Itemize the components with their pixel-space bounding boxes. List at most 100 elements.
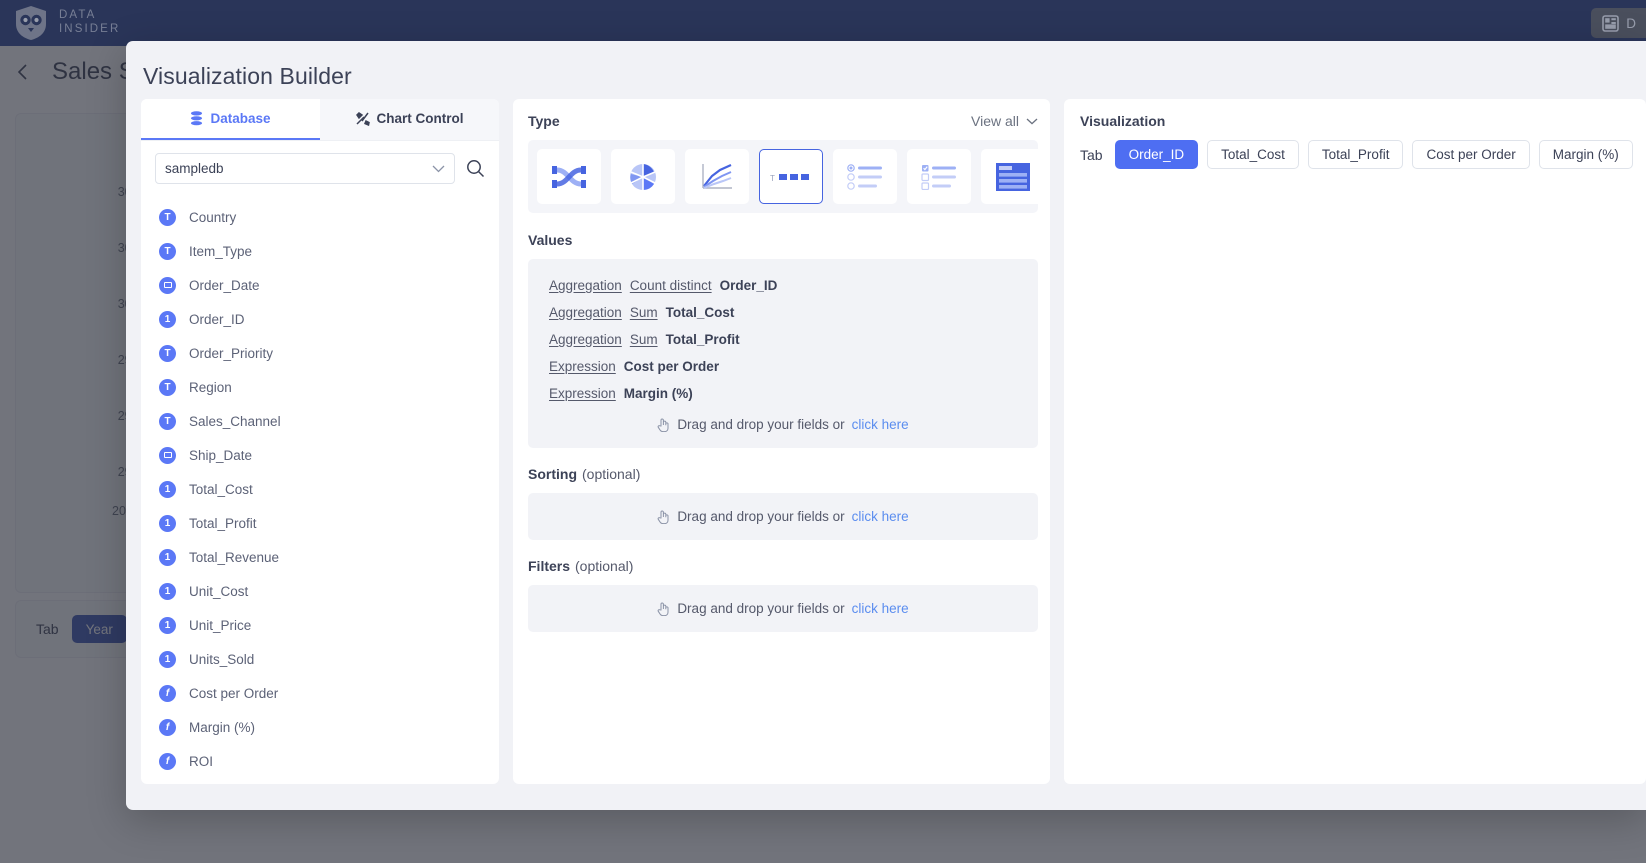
field-type-number-icon: 1 [159,311,176,328]
field-name: Ship_Date [189,448,252,463]
field-type-text-icon: T [159,209,176,226]
values-drop-hint-text: Drag and drop your fields or click here [657,417,908,432]
field-item[interactable]: 1 Unit_Cost [159,574,499,608]
values-drop-text: Drag and drop your fields or [677,417,844,432]
tab-database[interactable]: Database [141,99,320,140]
chart-type-radio-list[interactable] [833,149,897,204]
visualization-tab[interactable]: Margin (%) [1539,140,1633,169]
value-kind-link[interactable]: Expression [549,386,616,401]
value-row[interactable]: Aggregation Count distinct Order_ID [528,272,1038,299]
value-operation-link[interactable]: Sum [630,305,658,320]
hand-pointer-icon [657,417,670,432]
field-type-formula-icon: f [159,719,176,736]
visualization-panel: Visualization Tab Order_IDTotal_CostTota… [1064,99,1646,784]
value-field-name: Total_Profit [666,332,740,347]
value-operation-link[interactable]: Count distinct [630,278,712,293]
value-operation-link[interactable]: Sum [630,332,658,347]
hand-pointer-icon [657,509,670,524]
value-row[interactable]: Expression Cost per Order [528,353,1038,380]
value-field-name: Order_ID [720,278,778,293]
type-section-header: Type View all [528,113,1038,129]
type-heading: Type [528,113,560,129]
filters-dropzone[interactable]: Drag and drop your fields or click here [528,585,1038,632]
field-type-number-icon: 1 [159,651,176,668]
view-all-button[interactable]: View all [971,113,1038,129]
field-item[interactable]: Order_Date [159,268,499,302]
chart-config-panel: Type View all [513,99,1050,784]
chart-type-sankey[interactable] [537,149,601,204]
chart-type-tab[interactable]: T [759,149,823,204]
value-kind-link[interactable]: Expression [549,359,616,374]
value-kind-link[interactable]: Aggregation [549,278,622,293]
value-kind-link[interactable]: Aggregation [549,332,622,347]
field-item[interactable]: 1Units_Sold [159,642,499,676]
value-field-name: Total_Cost [666,305,735,320]
field-type-text-icon: T [159,243,176,260]
chart-type-line[interactable] [685,149,749,204]
database-panel: Database Chart Control sampledb [141,99,499,784]
sorting-heading: Sorting [528,466,577,482]
chart-type-table[interactable] [981,149,1045,204]
visualization-header: Visualization [1080,113,1630,129]
values-click-here-link[interactable]: click here [852,417,909,432]
sorting-drop-text: Drag and drop your fields or [677,509,844,524]
values-drop-hint[interactable]: Drag and drop your fields or click here [528,407,1038,434]
field-type-number-icon: 1 [159,583,176,600]
value-row[interactable]: ExpressionMargin (%) [528,380,1038,407]
field-name: Unit_Price [189,618,251,633]
database-search-row: sampledb [141,141,499,192]
visualization-tab-text: Margin (%) [1553,147,1619,162]
field-item[interactable]: Ship_Date [159,438,499,472]
field-item[interactable]: 1Unit_Price [159,608,499,642]
view-all-label: View all [971,113,1019,129]
field-item[interactable]: 1Total_Profit [159,506,499,540]
field-item[interactable]: 1Order_ID [159,302,499,336]
visualization-builder-modal: Visualization Builder Database [126,41,1646,810]
tools-icon [356,112,370,126]
panel-tabs: Database Chart Control [141,99,499,141]
sankey-chart-icon [552,163,586,191]
sorting-optional-label: (optional) [582,466,640,482]
field-name: Region [189,380,232,395]
sorting-click-here-link[interactable]: click here [852,509,909,524]
field-item[interactable]: TSales_Channel [159,404,499,438]
visualization-tab[interactable]: Total_Profit [1308,140,1404,169]
database-select-value: sampledb [165,161,224,176]
sorting-dropzone[interactable]: Drag and drop your fields or click here [528,493,1038,540]
field-item[interactable]: 1Total_Revenue [159,540,499,574]
value-kind-link[interactable]: Aggregation [549,305,622,320]
field-item[interactable]: fMargin (%) [159,710,499,744]
chart-type-checkbox-list[interactable] [907,149,971,204]
values-dropzone[interactable]: AggregationCount distinctOrder_IDAggrega… [528,259,1038,448]
value-field-name: Cost per Order [624,359,719,374]
database-select[interactable]: sampledb [155,153,455,184]
field-item[interactable]: fROI [159,744,499,778]
field-item[interactable]: TOrder_Priority [159,336,499,370]
field-item[interactable]: fCost per Order [159,676,499,710]
filters-section: Filters (optional) Drag and drop your fi… [528,558,1038,632]
database-icon [190,111,203,126]
values-section-header: Values [528,232,1038,248]
field-item[interactable]: TItem_Type [159,234,499,268]
filters-click-here-link[interactable]: click here [852,601,909,616]
svg-text:T: T [770,174,775,183]
value-row[interactable]: Aggregation Sum Total_Profit [528,326,1038,353]
visualization-tab[interactable]: Cost per Order [1412,140,1529,169]
field-name: Unit_Cost [189,584,248,599]
sorting-section-header: Sorting (optional) [528,466,1038,482]
field-name: Total_Profit [189,516,257,531]
filters-drop-hint-text: Drag and drop your fields or click here [657,601,908,616]
sorting-drop-hint-text: Drag and drop your fields or click here [657,509,908,524]
visualization-tab[interactable]: Order_ID [1115,140,1199,169]
search-icon[interactable] [466,159,485,178]
field-item[interactable]: TRegion [159,370,499,404]
field-name: Sales_Channel [189,414,281,429]
field-item[interactable]: TCountry [159,200,499,234]
field-item[interactable]: 1Total_Cost [159,472,499,506]
visualization-tab[interactable]: Total_Cost [1207,140,1299,169]
tab-chart-control[interactable]: Chart Control [320,99,499,140]
chart-type-pie[interactable] [611,149,675,204]
chevron-down-icon [1026,118,1038,125]
visualization-tab-text: Cost per Order [1426,147,1515,162]
value-row[interactable]: Aggregation Sum Total_Cost [528,299,1038,326]
